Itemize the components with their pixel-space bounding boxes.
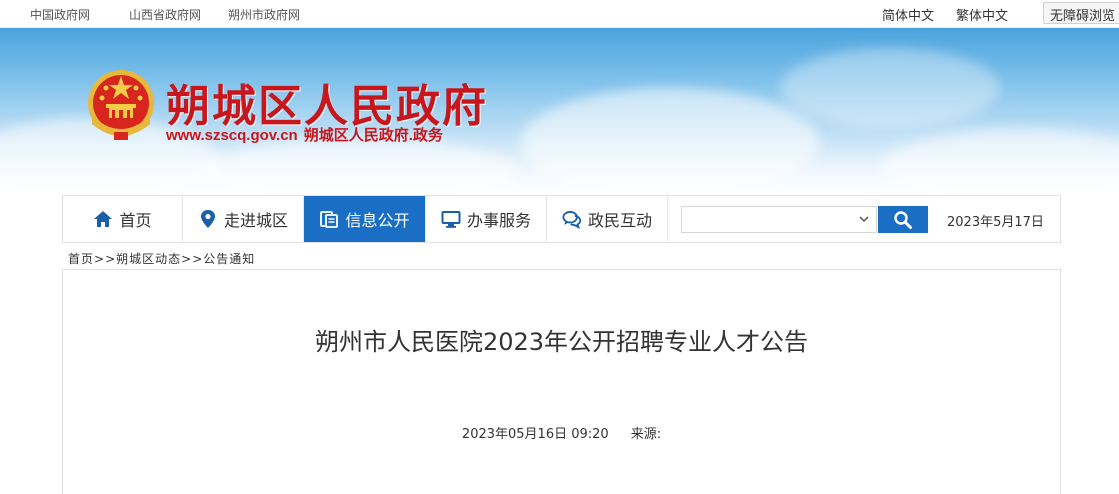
nav-item-label: 走进城区: [223, 211, 288, 230]
chevron-down-icon: [859, 216, 869, 223]
link-central-gov[interactable]: 中国政府网: [30, 6, 90, 23]
breadcrumb-district-news[interactable]: 朔城区动态: [116, 252, 181, 266]
nav-item-label: 办事服务: [466, 211, 531, 230]
chat-icon: [562, 209, 582, 229]
monitor-icon: [441, 209, 461, 229]
breadcrumb-home[interactable]: 首页: [68, 252, 94, 266]
main-nav: 首页 走进城区 信息公开 办事服务 政民互动 2023年5月17日: [62, 195, 1061, 243]
site-subtitle: 朔城区人民政府.政务: [303, 127, 443, 144]
site-url-text: www.szscq.gov.cn: [166, 127, 298, 144]
article-datetime: 2023年05月16日 09:20: [461, 427, 609, 442]
nav-item-home[interactable]: 首页: [63, 196, 183, 242]
article-meta: 2023年05月16日 09:20 来源:: [63, 423, 1060, 442]
lang-simplified-link[interactable]: 简体中文: [882, 5, 934, 24]
national-emblem-icon: [88, 70, 154, 140]
link-shuozhou-gov[interactable]: 朔州市政府网: [228, 6, 300, 23]
document-icon: [319, 209, 339, 229]
article-panel: 朔州市人民医院2023年公开招聘专业人才公告 2023年05月16日 09:20…: [62, 269, 1061, 494]
article-source-label: 来源:: [630, 427, 662, 442]
home-icon: [93, 209, 113, 229]
article-title: 朔州市人民医院2023年公开招聘专业人才公告: [314, 328, 809, 356]
site-url: www.szscq.gov.cn 朔城区人民政府.政务: [166, 124, 443, 145]
breadcrumb-notices[interactable]: 公告通知: [203, 252, 255, 266]
nav-item-about-district[interactable]: 走进城区: [183, 196, 304, 242]
lang-traditional-link[interactable]: 繁体中文: [956, 5, 1008, 24]
nav-item-label: 信息公开: [345, 211, 410, 230]
nav-item-info-disclosure[interactable]: 信息公开: [304, 196, 426, 242]
search-button[interactable]: [878, 206, 928, 233]
search-icon: [894, 210, 912, 229]
current-date: 2023年5月17日: [947, 215, 1044, 230]
search-select[interactable]: [681, 206, 877, 233]
accessibility-button[interactable]: 无障碍浏览: [1043, 2, 1119, 24]
breadcrumb-separator: >>: [94, 252, 117, 266]
map-pin-icon: [198, 209, 218, 229]
site-banner: 朔城区人民政府 www.szscq.gov.cn 朔城区人民政府.政务: [0, 28, 1119, 194]
top-bar: 中国政府网 山西省政府网 朔州市政府网 简体中文 繁体中文 无障碍浏览: [0, 0, 1119, 28]
nav-item-label: 首页: [119, 211, 152, 230]
breadcrumb-separator: >>: [181, 252, 204, 266]
breadcrumb: 首页>>朔城区动态>>公告通知: [68, 250, 255, 267]
nav-item-interaction[interactable]: 政民互动: [547, 196, 668, 242]
link-shanxi-gov[interactable]: 山西省政府网: [129, 6, 201, 23]
nav-item-label: 政民互动: [587, 211, 652, 230]
nav-item-services[interactable]: 办事服务: [426, 196, 547, 242]
